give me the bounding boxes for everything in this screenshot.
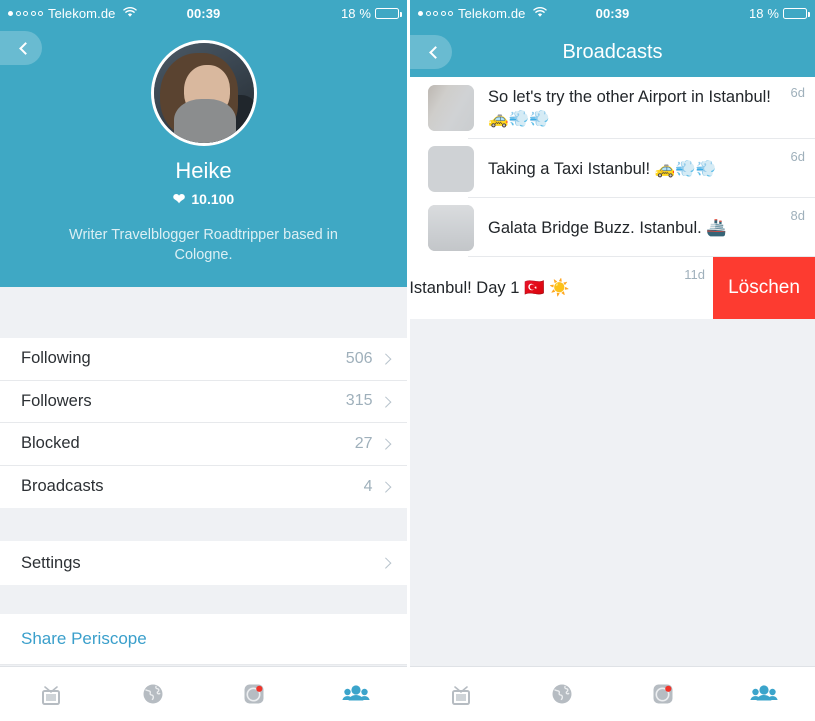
- tv-icon: [451, 686, 470, 705]
- carrier-label: Telekom.de: [458, 6, 526, 21]
- broadcast-title: Galata Bridge Buzz. Istanbul. 🚢: [488, 218, 727, 237]
- people-icon: [750, 685, 778, 701]
- list-item[interactable]: Galata Bridge Buzz. Istanbul. 🚢 8d: [410, 198, 815, 257]
- broadcast-timestamp: 11d: [684, 267, 705, 282]
- row-label: Following: [21, 349, 91, 368]
- profile-screen: Telekom.de 00:39 18 % Heike ❤ 10.100 Wri…: [0, 0, 407, 721]
- sidebar-item-settings[interactable]: Settings: [0, 541, 407, 585]
- camera-icon: [653, 684, 673, 704]
- hearts-count-group: ❤ 10.100: [173, 191, 234, 207]
- profile-header: Heike ❤ 10.100 Writer Travelblogger Road…: [0, 27, 407, 287]
- profile-bio: Writer Travelblogger Roadtripper based i…: [69, 227, 338, 263]
- battery-percent-label: 18 %: [748, 6, 779, 21]
- bottom-filler-right: [410, 319, 815, 721]
- chevron-right-icon: [379, 481, 391, 493]
- status-bar-carrier-group: Telekom.de: [418, 6, 548, 21]
- broadcast-thumbnail: [428, 85, 474, 131]
- tab-bar-right: [410, 666, 815, 721]
- tab-global[interactable]: [102, 667, 204, 721]
- row-value: 27: [354, 434, 373, 452]
- battery-percent-label: 18 %: [340, 6, 371, 21]
- heart-icon: ❤: [172, 190, 186, 208]
- stats-list: Following 506 Followers 315 Blocked 27 B…: [0, 338, 407, 508]
- page-title: Heike: [175, 158, 232, 183]
- broadcast-thumbnail: [428, 145, 474, 192]
- broadcast-timestamp: 6d: [790, 149, 805, 164]
- dual-screenshot: Telekom.de 00:39 18 % Heike ❤ 10.100 Wri…: [0, 0, 815, 721]
- back-button-left[interactable]: [0, 31, 42, 65]
- signal-strength-icon: [418, 11, 453, 16]
- broadcast-timestamp: 6d: [790, 85, 805, 100]
- status-bar-carrier-group: Telekom.de: [8, 6, 138, 21]
- signal-strength-icon: [8, 11, 43, 16]
- tab-people[interactable]: [714, 667, 815, 721]
- back-button-right[interactable]: [410, 35, 452, 69]
- nav-title: Broadcasts: [562, 40, 663, 63]
- list-item-swiped[interactable]: ment View Istanbul! Day 1 🇹🇷 ☀️ 11d Lösc…: [410, 257, 815, 319]
- row-label: Broadcasts: [21, 477, 104, 496]
- sidebar-item-blocked[interactable]: Blocked 27: [0, 423, 407, 466]
- tab-home[interactable]: [0, 667, 102, 721]
- row-label: Settings: [21, 553, 81, 572]
- chevron-right-icon: [379, 395, 391, 407]
- globe-icon: [552, 684, 572, 704]
- row-label: Followers: [21, 391, 92, 410]
- status-bar-battery-group: 18 %: [748, 6, 810, 21]
- people-icon: [342, 685, 370, 701]
- row-value: 315: [345, 392, 373, 410]
- status-bar-left: Telekom.de 00:39 18 %: [0, 0, 407, 27]
- broadcast-timestamp: 8d: [790, 208, 805, 223]
- battery-icon: [783, 8, 810, 19]
- tab-global[interactable]: [511, 667, 612, 721]
- tab-broadcast[interactable]: [613, 667, 714, 721]
- share-periscope-button[interactable]: Share Periscope: [0, 614, 407, 665]
- nav-bar: Broadcasts: [410, 27, 815, 77]
- list-item[interactable]: So let's try the other Airport in Istanb…: [410, 77, 815, 139]
- sidebar-item-broadcasts[interactable]: Broadcasts 4: [0, 466, 407, 509]
- tab-bar-left: [0, 666, 407, 721]
- sidebar-item-following[interactable]: Following 506: [0, 338, 407, 381]
- chevron-right-icon: [379, 557, 391, 569]
- broadcast-list: So let's try the other Airport in Istanb…: [410, 77, 815, 319]
- chevron-right-icon: [379, 438, 391, 450]
- status-bar-right: Telekom.de 00:39 18 %: [410, 0, 815, 27]
- section-gap-top: [0, 287, 407, 338]
- chevron-right-icon: [379, 353, 391, 365]
- row-value: 506: [345, 349, 373, 367]
- list-item[interactable]: Taking a Taxi Istanbul! 🚕💨💨 6d: [410, 139, 815, 198]
- row-value: 4: [363, 477, 373, 495]
- broadcast-thumbnail: [428, 204, 474, 251]
- avatar[interactable]: [150, 40, 257, 146]
- battery-icon: [375, 8, 402, 19]
- row-label: Blocked: [21, 434, 80, 453]
- wifi-icon: [123, 6, 138, 21]
- tab-people[interactable]: [305, 667, 407, 721]
- broadcast-title: Taking a Taxi Istanbul! 🚕💨💨: [488, 159, 717, 178]
- settings-list: Settings: [0, 541, 407, 585]
- broadcast-title: So let's try the other Airport in Istanb…: [488, 88, 771, 128]
- chevron-left-icon: [429, 45, 442, 59]
- status-bar-battery-group: 18 %: [340, 6, 402, 21]
- broadcast-title: ment View Istanbul! Day 1 🇹🇷 ☀️: [410, 279, 570, 297]
- carrier-label: Telekom.de: [48, 6, 116, 21]
- section-gap-middle: [0, 508, 407, 541]
- wifi-icon: [533, 6, 548, 21]
- tab-broadcast[interactable]: [204, 667, 306, 721]
- delete-button[interactable]: Löschen: [713, 257, 815, 319]
- sidebar-item-followers[interactable]: Followers 315: [0, 381, 407, 423]
- share-periscope-label: Share Periscope: [21, 629, 147, 648]
- globe-icon: [143, 684, 163, 704]
- hearts-count-label: 10.100: [191, 191, 235, 207]
- tab-home[interactable]: [410, 667, 511, 721]
- camera-icon: [244, 684, 264, 704]
- broadcasts-screen: Telekom.de 00:39 18 % Broadcasts So let'…: [410, 0, 815, 721]
- section-gap-bottom: [0, 585, 407, 614]
- chevron-left-icon: [19, 41, 32, 55]
- tv-icon: [41, 686, 60, 705]
